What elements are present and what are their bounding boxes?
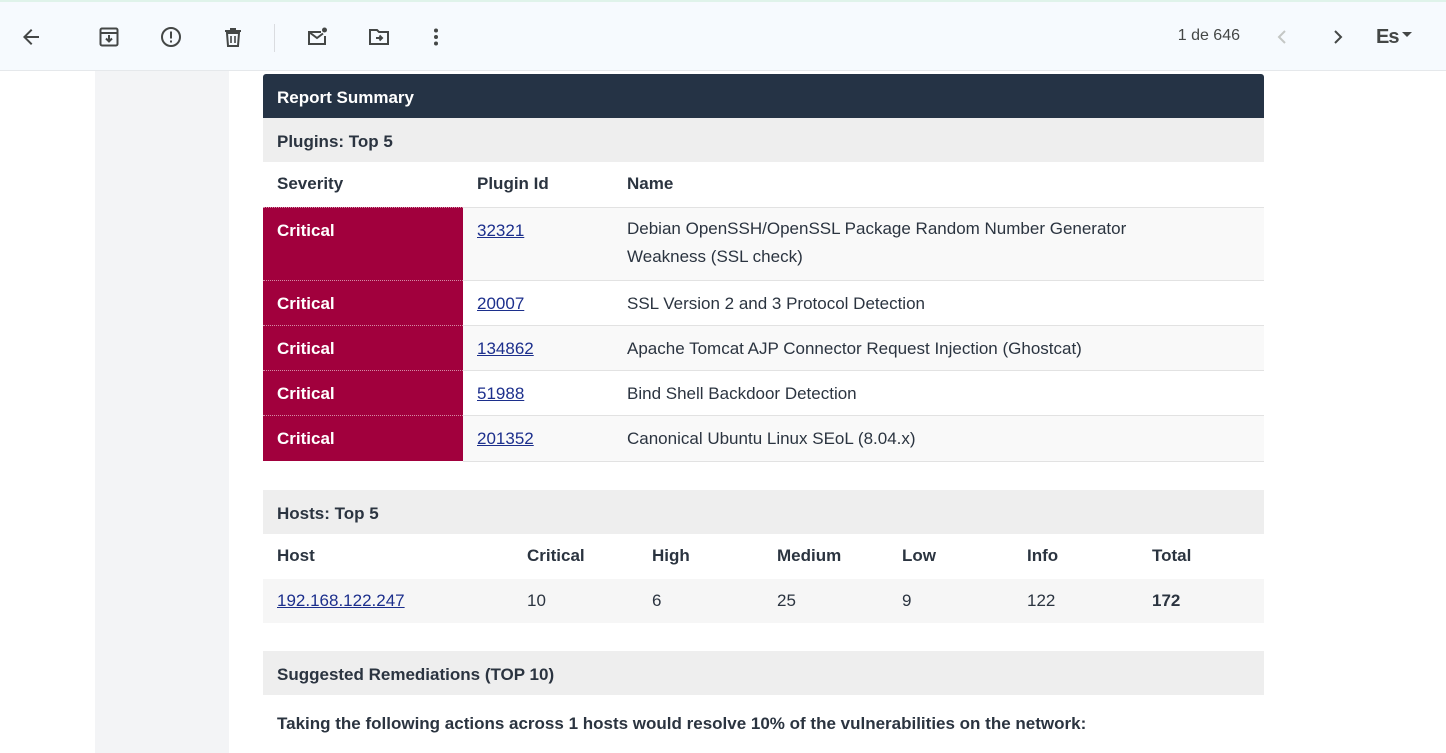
plugin-id-link[interactable]: 32321	[477, 221, 524, 240]
plugin-name: Debian OpenSSH/OpenSSL Package Random Nu…	[627, 218, 1127, 238]
severity-badge: Critical	[263, 324, 463, 370]
report-spam-icon[interactable]	[152, 18, 190, 56]
hosts-header-row: Host Critical High Medium Low Info Total	[263, 534, 1264, 579]
plugins-heading: Plugins: Top 5	[263, 118, 1264, 162]
table-row: Critical 20007 SSL Version 2 and 3 Proto…	[263, 279, 1264, 325]
column-header: Severity	[277, 174, 344, 194]
caret-down-icon	[1402, 32, 1413, 37]
total-count: 172	[1138, 578, 1264, 623]
input-language-selector[interactable]: Es	[1376, 26, 1413, 49]
plugin-name: Canonical Ubuntu Linux SEoL (8.04.x)	[613, 414, 1264, 462]
column-header: Info	[1027, 546, 1059, 565]
column-header: Medium	[777, 546, 842, 565]
table-row: Critical 201352 Canonical Ubuntu Linux S…	[263, 414, 1264, 462]
plugin-id-link[interactable]: 20007	[477, 294, 524, 313]
column-header: High	[652, 546, 690, 565]
more-options-icon[interactable]	[417, 18, 455, 56]
table-row: Critical 51988 Bind Shell Backdoor Detec…	[263, 369, 1264, 415]
info-count: 122	[1013, 578, 1138, 623]
report-summary: Report Summary Plugins: Top 5 Severity P…	[263, 74, 1264, 734]
plugin-id-link[interactable]: 51988	[477, 384, 524, 403]
severity-badge: Critical	[263, 369, 463, 415]
severity-badge: Critical	[263, 414, 463, 461]
plugins-table: Severity Plugin Id Name Critical 32321 D…	[263, 162, 1264, 462]
column-header: Critical	[527, 546, 585, 565]
remediations-summary: Taking the following actions across 1 ho…	[277, 713, 1087, 733]
chevron-left-icon[interactable]	[1263, 18, 1301, 56]
language-label: Es	[1376, 26, 1399, 48]
plugin-name: Bind Shell Backdoor Detection	[613, 369, 1264, 415]
plugin-id-link[interactable]: 201352	[477, 429, 534, 448]
column-header: Host	[277, 546, 315, 565]
pagination-count: 1 de 646	[1177, 27, 1240, 44]
medium-count: 25	[763, 578, 888, 623]
severity-badge: Critical	[263, 206, 463, 280]
high-count: 6	[638, 578, 763, 623]
chevron-right-icon[interactable]	[1319, 18, 1357, 56]
plugin-name: Apache Tomcat AJP Connector Request Inje…	[613, 324, 1264, 370]
host-link[interactable]: 192.168.122.247	[277, 591, 405, 610]
plugin-name-cont: Weakness (SSL check)	[627, 246, 803, 266]
column-header: Plugin Id	[477, 174, 549, 194]
table-row: Critical 32321 Debian OpenSSH/OpenSSL Pa…	[263, 206, 1264, 280]
severity-badge: Critical	[263, 279, 463, 325]
move-to-icon[interactable]	[360, 18, 398, 56]
hosts-table: Host Critical High Medium Low Info Total…	[263, 534, 1264, 623]
report-title: Report Summary	[263, 74, 1264, 118]
critical-count: 10	[513, 578, 638, 623]
plugin-id-link[interactable]: 134862	[477, 339, 534, 358]
column-header: Name	[627, 174, 674, 194]
archive-icon[interactable]	[90, 18, 128, 56]
hosts-heading: Hosts: Top 5	[263, 489, 1264, 534]
plugins-header-row: Severity Plugin Id Name	[263, 162, 1264, 207]
toolbar-divider	[274, 24, 275, 52]
mail-toolbar: 1 de 646 Es	[0, 0, 1446, 71]
low-count: 9	[888, 578, 1013, 623]
column-header: Low	[902, 546, 936, 565]
plugin-name: SSL Version 2 and 3 Protocol Detection	[613, 279, 1264, 325]
table-row: Critical 134862 Apache Tomcat AJP Connec…	[263, 324, 1264, 370]
mark-unread-icon[interactable]	[298, 18, 336, 56]
table-row: 192.168.122.247 10 6 25 9 122 172	[263, 578, 1264, 623]
remediations-heading: Suggested Remediations (TOP 10)	[263, 650, 1264, 695]
column-header: Total	[1152, 546, 1192, 565]
back-icon[interactable]	[12, 18, 50, 56]
delete-icon[interactable]	[214, 18, 252, 56]
